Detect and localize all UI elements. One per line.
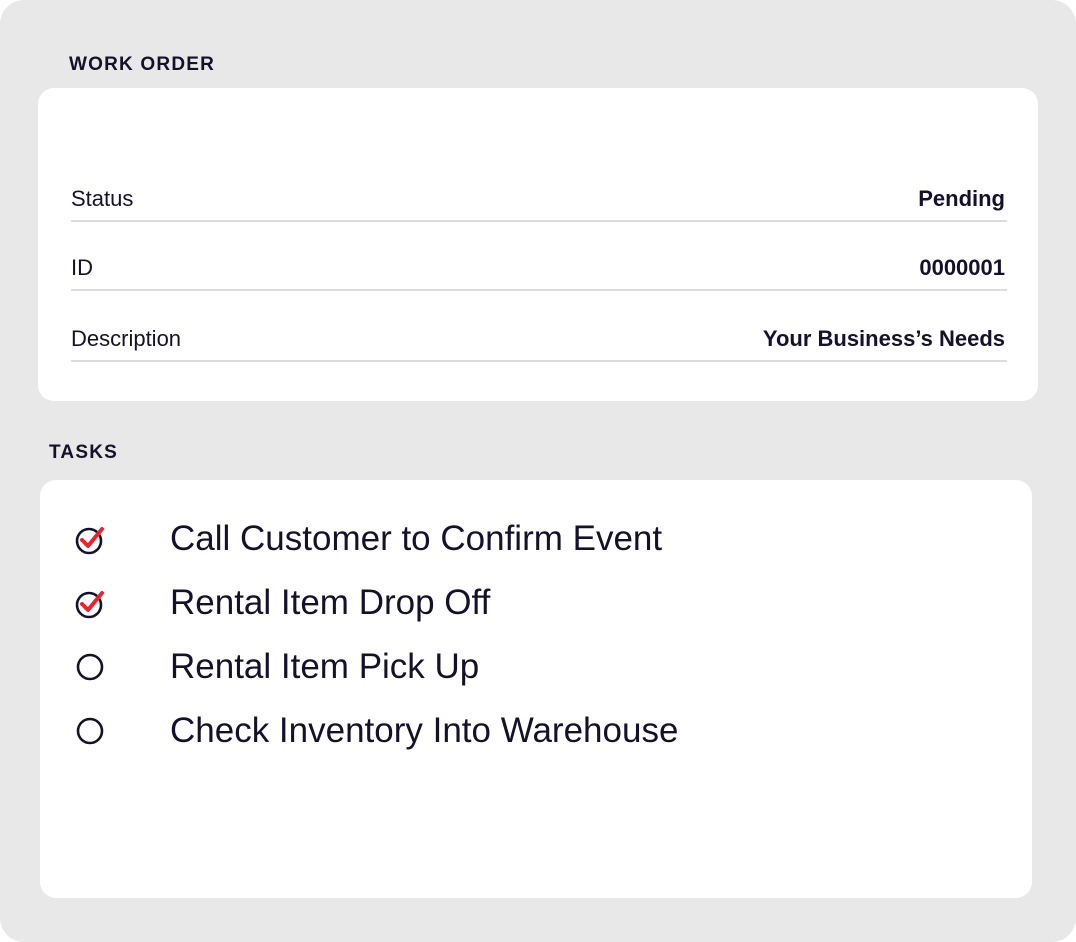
- id-value: 0000001: [919, 255, 1005, 280]
- task-label: Check Inventory Into Warehouse: [170, 711, 679, 750]
- work-order-panel: WORK ORDER Status Pending ID 0000001 Des…: [0, 0, 1076, 942]
- task-item[interactable]: Call Customer to Confirm Event: [74, 519, 974, 559]
- task-item[interactable]: Rental Item Pick Up: [74, 647, 974, 687]
- checked-circle-icon[interactable]: [74, 524, 106, 556]
- tasks-heading: TASKS: [49, 442, 118, 463]
- status-label: Status: [71, 186, 134, 211]
- task-label: Rental Item Pick Up: [170, 647, 480, 686]
- description-row: Description Your Business’s Needs: [71, 320, 1007, 362]
- tasks-card: Call Customer to Confirm Event Rental It…: [40, 480, 1032, 898]
- id-label: ID: [71, 255, 93, 280]
- status-value: Pending: [918, 186, 1005, 211]
- checked-circle-icon[interactable]: [74, 588, 106, 620]
- description-label: Description: [71, 326, 182, 351]
- empty-circle-icon[interactable]: [74, 716, 106, 748]
- id-row: ID 0000001: [71, 249, 1007, 291]
- task-item[interactable]: Rental Item Drop Off: [74, 583, 974, 623]
- task-label: Call Customer to Confirm Event: [170, 519, 663, 558]
- task-item[interactable]: Check Inventory Into Warehouse: [74, 711, 974, 751]
- work-order-card: Status Pending ID 0000001 Description Yo…: [38, 88, 1038, 401]
- work-order-heading: WORK ORDER: [69, 54, 216, 75]
- status-row: Status Pending: [71, 180, 1007, 222]
- description-value: Your Business’s Needs: [762, 326, 1005, 351]
- empty-circle-icon[interactable]: [74, 652, 106, 684]
- task-label: Rental Item Drop Off: [170, 583, 491, 622]
